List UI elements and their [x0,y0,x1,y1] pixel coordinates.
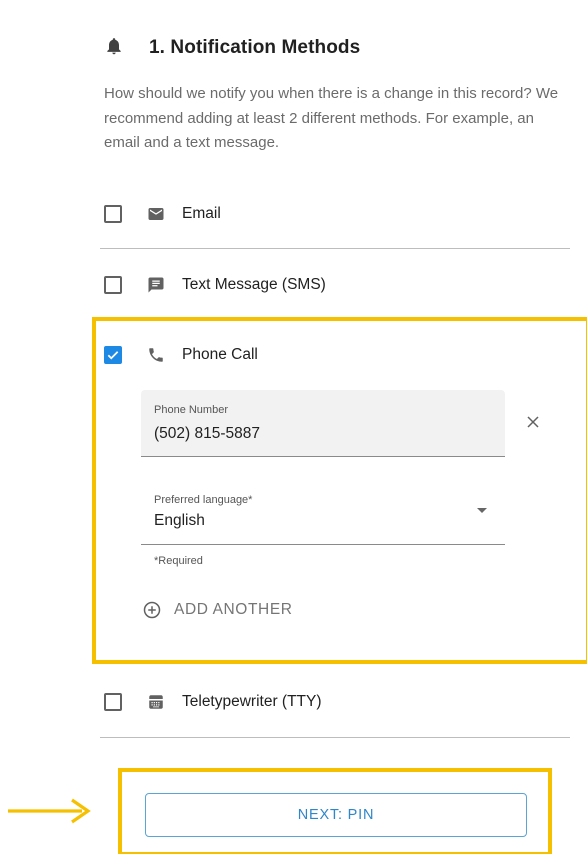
preferred-language-value: English [154,512,205,529]
method-sms-label: Text Message (SMS) [182,276,326,293]
add-another-button[interactable]: ADD ANOTHER [142,598,293,622]
phone-call-checkbox[interactable] [104,346,122,364]
close-icon [527,416,539,428]
phone-number-label: Phone Number [154,404,228,416]
method-phone-row[interactable]: Phone Call [104,340,258,370]
method-email-label: Email [182,205,221,222]
divider [100,248,570,249]
tty-icon [146,692,166,712]
email-checkbox[interactable] [104,205,122,223]
section-description: How should we notify you when there is a… [104,85,559,151]
preferred-language-label: Preferred language* [154,494,253,506]
phone-icon [146,345,166,365]
section-title: 1. Notification Methods [149,37,361,58]
add-another-label: ADD ANOTHER [174,601,293,618]
section-header: 1. Notification Methods [104,35,360,61]
remove-phone-button[interactable] [521,410,545,434]
check-icon [107,351,119,360]
next-pin-button[interactable]: NEXT: PIN [145,793,527,837]
method-email-row[interactable]: Email [104,199,221,229]
add-circle-icon [143,601,161,619]
preferred-language-select[interactable]: Preferred language* English [141,480,505,545]
message-icon [146,275,166,295]
method-phone-label: Phone Call [182,346,258,363]
envelope-icon [146,204,166,224]
dropdown-arrow-icon[interactable] [477,508,487,513]
tty-checkbox[interactable] [104,693,122,711]
arrow-right-icon [8,798,91,824]
method-tty-label: Teletypewriter (TTY) [182,693,322,710]
sms-checkbox[interactable] [104,276,122,294]
divider [100,737,570,738]
method-tty-row[interactable]: Teletypewriter (TTY) [104,687,322,717]
required-note: *Required [154,555,203,567]
phone-number-value[interactable]: (502) 815-5887 [154,425,260,443]
phone-number-field[interactable]: Phone Number (502) 815-5887 [141,390,505,457]
method-sms-row[interactable]: Text Message (SMS) [104,270,326,300]
bell-icon [104,36,124,61]
